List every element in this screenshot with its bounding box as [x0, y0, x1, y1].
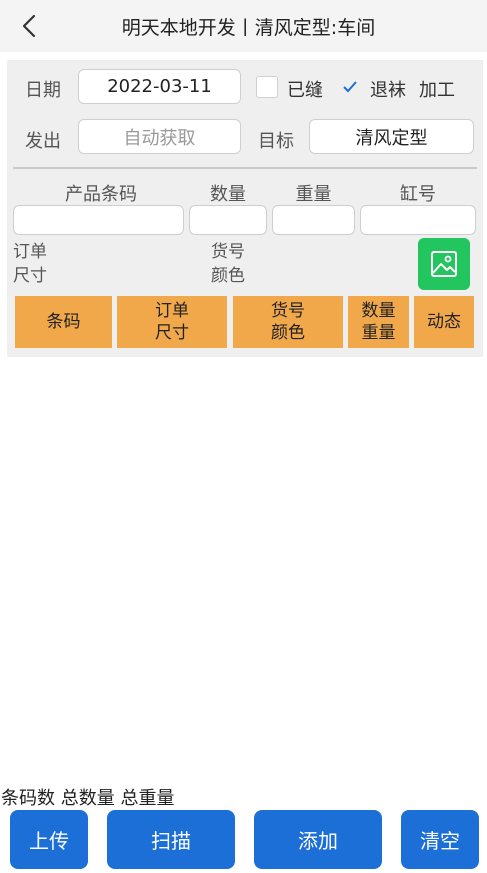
return-checkbox[interactable] [339, 76, 361, 98]
image-icon [431, 251, 457, 277]
return-label: 退袜 [370, 80, 406, 101]
barcode-header: 产品条码 [65, 184, 137, 205]
size-label: 尺寸 [13, 266, 47, 286]
weight-input[interactable] [272, 205, 355, 235]
vat-input[interactable] [360, 205, 476, 235]
sewn-checkbox[interactable] [256, 76, 278, 98]
scan-button[interactable]: 扫描 [107, 810, 235, 869]
target-label: 目标 [258, 131, 294, 152]
quantity-input[interactable] [189, 205, 267, 235]
date-field[interactable]: 2022-03-11 [78, 69, 241, 104]
clear-button[interactable]: 清空 [401, 810, 479, 869]
target-field[interactable]: 清风定型 [309, 119, 474, 154]
barcode-input[interactable] [13, 205, 184, 235]
tab-order-size[interactable]: 订单 尺寸 [117, 296, 227, 348]
tab-quantity-weight[interactable]: 数量 重量 [348, 296, 409, 348]
send-field[interactable]: 自动获取 [78, 119, 241, 154]
item-label: 货号 [211, 242, 245, 262]
vat-header: 缸号 [400, 184, 436, 205]
page-title: 明天本地开发丨清风定型:车间 [121, 17, 376, 39]
check-icon [343, 81, 357, 93]
process-label: 加工 [419, 80, 455, 101]
add-button[interactable]: 添加 [254, 810, 382, 869]
send-label: 发出 [25, 131, 61, 152]
tab-activity[interactable]: 动态 [414, 296, 474, 348]
tab-item-color[interactable]: 货号 颜色 [233, 296, 343, 348]
divider [13, 167, 477, 169]
quantity-header: 数量 [210, 184, 246, 205]
tab-barcode[interactable]: 条码 [15, 296, 112, 348]
image-button[interactable] [418, 238, 470, 290]
upload-button[interactable]: 上传 [10, 810, 88, 869]
summary-totals: 条码数 总数量 总重量 [1, 788, 175, 809]
color-label: 颜色 [211, 266, 245, 286]
sewn-label: 已缝 [287, 80, 323, 101]
date-label: 日期 [25, 80, 61, 101]
order-label: 订单 [13, 242, 47, 262]
top-bar: 明天本地开发丨清风定型:车间 [0, 0, 487, 52]
weight-header: 重量 [295, 184, 332, 205]
entry-panel: 日期 2022-03-11 已缝 退袜 加工 发出 自动获取 目标 清风定型 产… [7, 60, 483, 357]
